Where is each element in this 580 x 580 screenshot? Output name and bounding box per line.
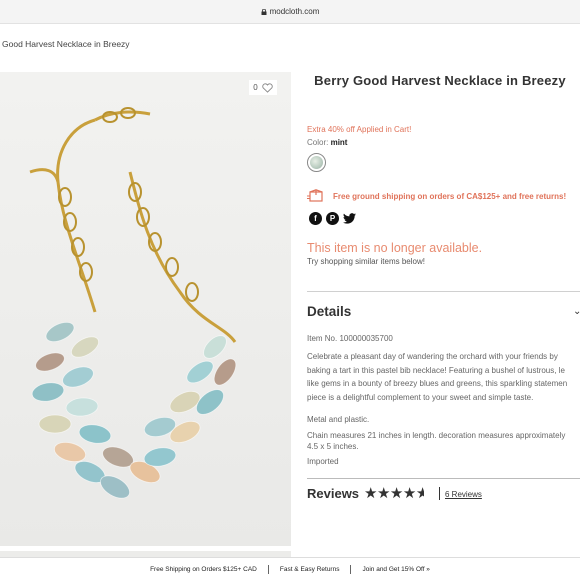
product-image[interactable] <box>0 72 291 546</box>
origin-text: Imported <box>307 457 339 466</box>
footer-returns[interactable]: Fast & Easy Returns <box>280 566 340 573</box>
divider <box>307 478 580 479</box>
description-line: Celebrate a pleasant day of wandering th… <box>307 352 558 361</box>
material-text: Metal and plastic. <box>307 415 370 424</box>
star-icon: ★ <box>376 485 390 502</box>
dimensions-line: Chain measures 21 inches in length. deco… <box>307 431 566 440</box>
promo-text: Extra 40% off Applied in Cart! <box>307 125 412 134</box>
breadcrumb[interactable]: Good Harvest Necklace in Breezy <box>2 39 130 49</box>
color-swatch-mint[interactable] <box>307 153 326 172</box>
chevron-down-icon[interactable]: ⌄ <box>573 306 580 317</box>
unavailable-notice: This item is no longer available. <box>307 241 483 255</box>
reviews-heading: Reviews <box>307 486 360 501</box>
pinterest-icon[interactable]: P <box>326 212 339 225</box>
color-value: mint <box>330 138 348 147</box>
social-share: f P <box>309 212 356 225</box>
swatch-fill <box>310 156 323 169</box>
star-icon: ★ <box>364 485 377 502</box>
product-title: Berry Good Harvest Necklace in Breezy <box>314 73 566 88</box>
dimensions-line: 4.5 x 5 inches. <box>307 442 359 451</box>
truck-box-icon <box>307 189 323 202</box>
description-line: like gems in a bounty of breezy blues an… <box>307 379 568 388</box>
heart-icon <box>262 82 273 93</box>
product-description: Celebrate a pleasant day of wandering th… <box>307 350 580 404</box>
shipping-banner: Free ground shipping on orders of CA$125… <box>307 189 566 203</box>
star-half-icon: ★ <box>415 485 424 502</box>
divider <box>350 564 352 574</box>
favorite-count: 0 <box>253 83 258 92</box>
footer-banner: Free Shipping on Orders $125+ CAD Fast &… <box>0 557 580 580</box>
reviews-link[interactable]: 6 Reviews <box>445 490 482 499</box>
url-text: modcloth.com <box>269 7 320 16</box>
dimensions-text: Chain measures 21 inches in length. deco… <box>307 430 580 452</box>
item-number: Item No. 100000035700 <box>307 334 393 343</box>
browser-url-bar[interactable]: modcloth.com <box>0 0 580 24</box>
description-line: baking a tart in this pastel bib necklac… <box>307 365 565 375</box>
footer-free-shipping[interactable]: Free Shipping on Orders $125+ CAD <box>150 566 257 573</box>
divider <box>267 564 269 574</box>
necklace-illustration <box>29 107 237 499</box>
lock-icon <box>261 8 267 15</box>
color-label: Color: <box>307 138 329 147</box>
twitter-icon[interactable] <box>343 212 356 225</box>
color-row: Color: mint <box>307 138 347 147</box>
footer-join[interactable]: Join and Get 15% Off » <box>362 566 429 573</box>
details-heading[interactable]: Details <box>307 304 351 319</box>
facebook-icon[interactable]: f <box>309 212 322 225</box>
description-line: piece is a delightful complement to your… <box>307 392 534 402</box>
divider <box>439 487 440 500</box>
divider <box>307 291 580 292</box>
star-icon: ★ <box>389 485 403 502</box>
favorite-button[interactable]: 0 <box>249 80 277 95</box>
shipping-text: Free ground shipping on orders of CA$125… <box>333 191 567 201</box>
similar-items-link[interactable]: Try shopping similar items below! <box>307 257 425 266</box>
star-rating: ★★★★★ <box>364 484 424 502</box>
star-icon: ★ <box>402 485 416 502</box>
